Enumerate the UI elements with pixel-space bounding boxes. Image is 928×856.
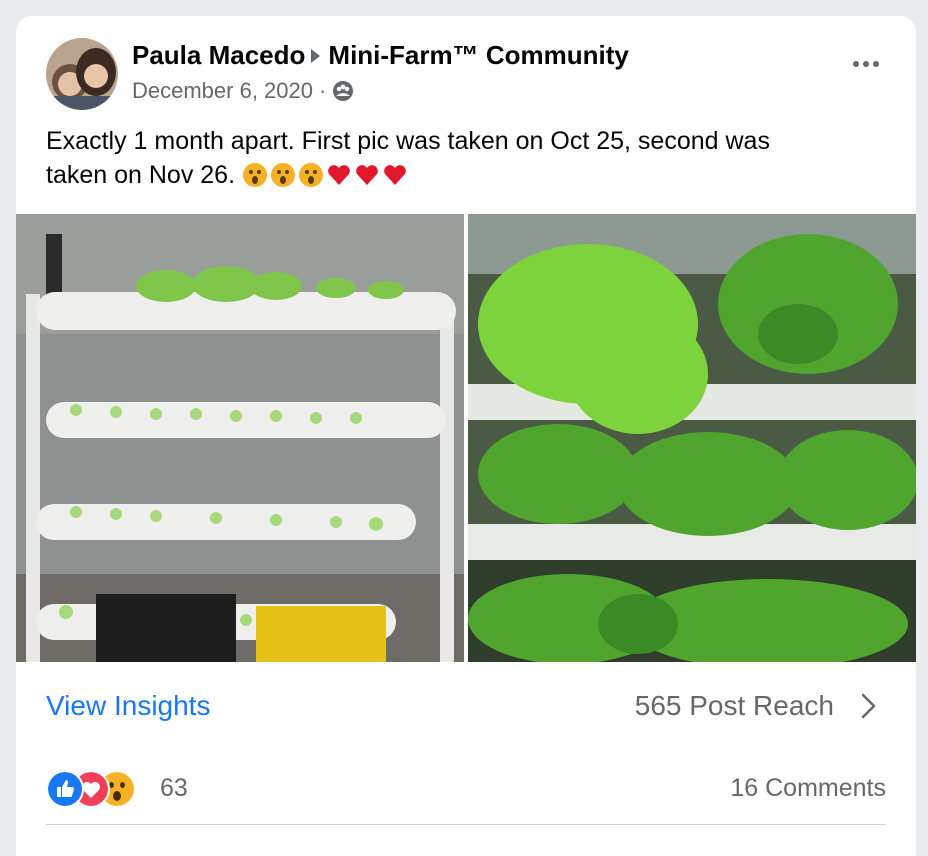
reaction-icons[interactable] (46, 770, 150, 808)
photo-grid (16, 214, 916, 662)
photo-oct-25[interactable] (16, 214, 464, 662)
red-heart-icon (384, 165, 406, 185)
caret-right-icon (311, 49, 321, 64)
group-name[interactable]: Mini-Farm™ Community (328, 40, 628, 70)
reactions-row: 63 16 Comments (46, 768, 886, 808)
post-text-line-1: Exactly 1 month apart. First pic was tak… (46, 127, 770, 155)
like-icon (46, 770, 84, 808)
astonished-face-icon (298, 163, 323, 187)
meta-separator: · (319, 78, 327, 103)
post-meta: December 6, 2020 · (132, 78, 354, 104)
post-header: Paula Macedo Mini-Farm™ Community Decembe… (46, 38, 886, 110)
post-text-line-2-text: taken on Nov 26. (46, 161, 236, 189)
post-text-line-2: taken on Nov 26. (46, 158, 886, 192)
divider (46, 824, 886, 825)
post-reach[interactable]: 565 Post Reach (635, 690, 834, 722)
avatar[interactable] (46, 38, 118, 110)
photo-nov-26[interactable] (468, 214, 916, 662)
view-insights-link[interactable]: View Insights (46, 690, 210, 722)
astonished-face-icon (242, 163, 267, 187)
post-card: Paula Macedo Mini-Farm™ Community Decembe… (16, 16, 916, 856)
astonished-face-icon (270, 163, 295, 187)
more-horizontal-icon[interactable] (846, 54, 886, 74)
emoji-group (242, 161, 410, 189)
post-date[interactable]: December 6, 2020 (132, 78, 313, 104)
post-text: Exactly 1 month apart. First pic was tak… (46, 124, 886, 192)
group-icon (333, 81, 354, 101)
comments-count[interactable]: 16 Comments (730, 774, 886, 803)
insights-row: View Insights 565 Post Reach (46, 688, 886, 728)
author-name[interactable]: Paula Macedo (132, 40, 305, 70)
reaction-count[interactable]: 63 (160, 774, 188, 803)
red-heart-icon (356, 165, 378, 185)
author-line: Paula Macedo Mini-Farm™ Community (132, 40, 629, 71)
red-heart-icon (328, 165, 350, 185)
chevron-right-icon[interactable] (854, 692, 882, 720)
